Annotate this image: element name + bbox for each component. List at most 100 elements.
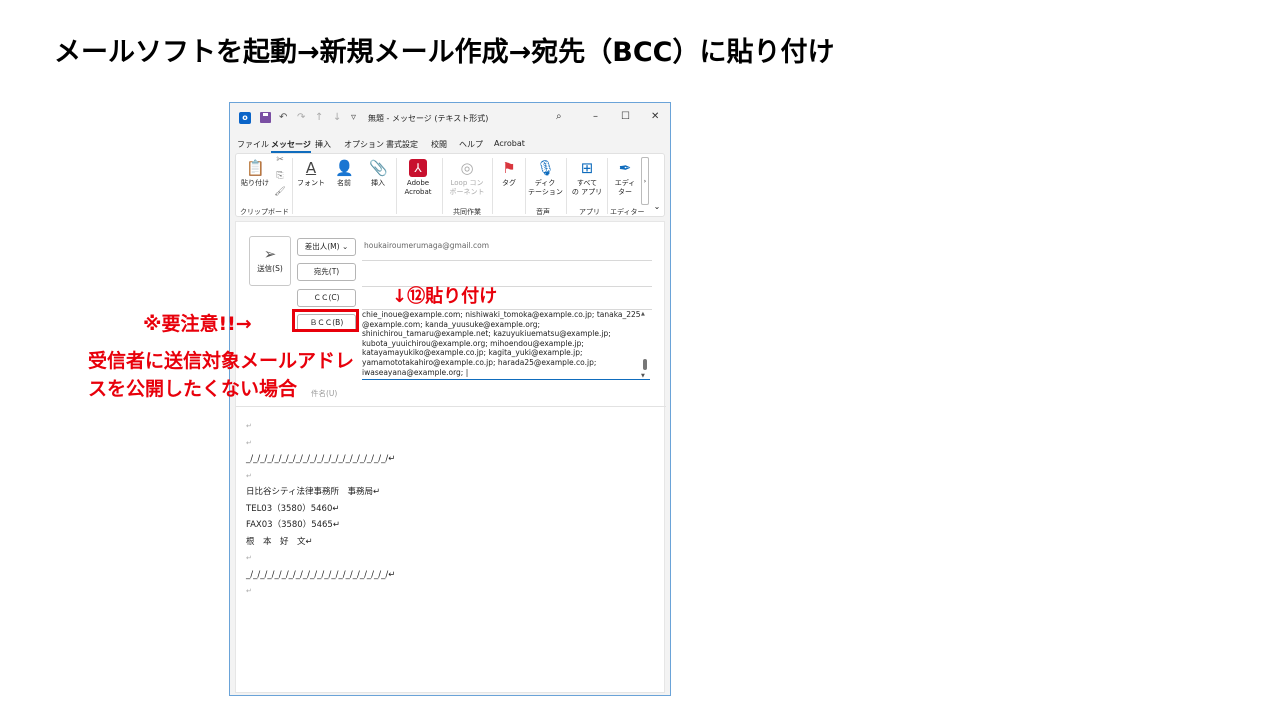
apps-label-line1: すべて <box>576 179 598 187</box>
ribbon-scroll-right[interactable]: › <box>641 157 649 205</box>
from-address: houkairoumerumaga@gmail.com <box>364 241 489 250</box>
loop-icon: ◎ <box>460 159 474 177</box>
dictate-button[interactable]: 🎙 ディク テーション <box>528 159 563 197</box>
group-editor-label: エディター <box>610 208 645 216</box>
tab-options[interactable]: オプション <box>344 139 384 150</box>
ribbon-separator <box>492 158 493 214</box>
scroll-thumb[interactable] <box>643 359 647 370</box>
loop-component-button[interactable]: ◎ Loop コン ポーネント <box>446 159 488 197</box>
names-label: 名前 <box>337 179 351 187</box>
bcc-input[interactable]: chie_inoue@example.com; nishiwaki_tomoka… <box>362 310 650 380</box>
body-line: TEL03（3580）5460↵ <box>246 503 340 514</box>
address-book-icon: 👤 <box>335 159 354 177</box>
from-button[interactable]: 差出人(M) ⌄ <box>297 238 356 256</box>
editor-button[interactable]: ✒ エディ ター <box>610 159 640 197</box>
body-line: FAX03（3580）5465↵ <box>246 520 340 530</box>
save-icon[interactable] <box>260 112 271 123</box>
maximize-button[interactable]: ☐ <box>621 111 630 122</box>
paperclip-icon: 📎 <box>369 159 388 177</box>
body-line: ↵ <box>246 438 252 447</box>
tab-insert[interactable]: 挿入 <box>315 139 331 150</box>
send-label: 送信(S) <box>257 264 283 273</box>
down-arrow-icon[interactable]: ↓ <box>333 112 341 123</box>
ribbon-collapse-chevron-icon[interactable]: ⌄ <box>652 202 662 211</box>
caution-annotation: ※要注意!!→ <box>143 313 252 335</box>
up-arrow-icon[interactable]: ↑ <box>315 112 323 123</box>
send-button[interactable]: ➢ 送信(S) <box>249 236 291 286</box>
tab-format[interactable]: 書式設定 <box>386 139 418 150</box>
body-divider <box>236 406 666 407</box>
group-collab-label: 共同作業 <box>453 208 481 216</box>
cc-button[interactable]: ＣＣ(C) <box>297 289 356 307</box>
send-arrow-icon: ➢ <box>263 245 277 263</box>
paste-step-annotation: ↓⑫貼り付け <box>392 286 498 307</box>
redo-icon[interactable]: ↷ <box>297 112 305 123</box>
apps-label-line2: の アプリ <box>571 188 603 196</box>
font-icon: A <box>305 159 317 177</box>
to-button[interactable]: 宛先(T) <box>297 263 356 281</box>
undo-icon[interactable]: ↶ <box>279 112 287 123</box>
adobe-label-line1: Adobe <box>406 179 430 187</box>
body-line: ↵ <box>246 554 252 562</box>
bcc-line: yamamototakahiro@example.co.jp; harada25… <box>362 357 597 367</box>
format-painter-icon[interactable]: 🖌 <box>273 188 287 197</box>
dictate-label-line2: テーション <box>528 188 563 196</box>
tag-button[interactable]: ⚑ タグ <box>496 159 522 188</box>
bcc-line: shinichirou_tamaru@example.net; kazuyuki… <box>362 329 611 339</box>
body-line: ↵ <box>246 422 252 430</box>
apps-grid-icon: ⊞ <box>580 159 594 177</box>
bcc-line: chie_inoue@example.com; nishiwaki_tomoka… <box>362 310 641 319</box>
minimize-button[interactable]: – <box>593 111 598 122</box>
scroll-up-icon[interactable]: ▲ <box>641 311 645 317</box>
scroll-down-icon[interactable]: ▼ <box>641 373 645 379</box>
customize-qat-icon[interactable]: ▿ <box>351 112 356 123</box>
clipboard-icon: 📋 <box>246 159 265 177</box>
group-voice-label: 音声 <box>536 208 550 216</box>
bcc-line: katayamayukiko@example.co.jp; kagita_yuk… <box>362 348 583 358</box>
editor-label-line1: エディ <box>614 179 636 187</box>
ribbon-separator <box>566 158 567 214</box>
copy-icon[interactable]: ⎘ <box>273 172 287 181</box>
tag-label: タグ <box>502 179 516 187</box>
bcc-highlight-box <box>292 309 359 332</box>
dictate-label-line1: ディク <box>534 179 556 187</box>
tab-message[interactable]: メッセージ <box>271 139 311 153</box>
bcc-line: kubota_yuuichirou@example.org; mihoendou… <box>362 338 584 348</box>
message-body[interactable]: ↵ ↵ _/_/_/_/_/_/_/_/_/_/_/_/_/_/_/_/_/_/… <box>246 418 646 600</box>
tab-help[interactable]: ヘルプ <box>459 139 483 150</box>
paste-button[interactable]: 📋 貼り付け <box>241 159 269 188</box>
insert-label: 挿入 <box>371 179 385 187</box>
explanation-annotation: 受信者に送信対象メールアドレスを公開したくない場合 <box>88 350 355 400</box>
close-button[interactable]: ✕ <box>651 111 659 122</box>
ribbon-tabs: ファイル メッセージ 挿入 オプション 書式設定 校閲 ヘルプ Acrobat <box>230 135 670 153</box>
all-apps-button[interactable]: ⊞ すべて の アプリ <box>570 159 604 197</box>
body-line: ↵ <box>246 587 252 595</box>
names-button[interactable]: 👤 名前 <box>330 159 358 188</box>
search-icon[interactable]: ⌕ <box>556 111 562 122</box>
loop-label-line1: Loop コン <box>450 179 484 187</box>
tab-review[interactable]: 校閲 <box>431 139 447 150</box>
adobe-acrobat-button[interactable]: ⅄ Adobe Acrobat <box>398 159 438 197</box>
font-label: フォント <box>297 179 325 187</box>
flag-icon: ⚑ <box>502 159 516 177</box>
group-clipboard-label: クリップボード <box>240 208 289 216</box>
adobe-acrobat-icon: ⅄ <box>409 159 427 177</box>
window-title: 無題 - メッセージ (テキスト形式) <box>368 114 489 123</box>
cut-icon[interactable]: ✂ <box>273 156 287 165</box>
ribbon-separator <box>396 158 397 214</box>
insert-button[interactable]: 📎 挿入 <box>364 159 392 188</box>
body-line: _/_/_/_/_/_/_/_/_/_/_/_/_/_/_/_/_/_/_/_/… <box>246 569 396 580</box>
slide-title: メールソフトを起動→新規メール作成→宛先（BCC）に貼り付け <box>54 37 835 68</box>
editor-label-line2: ター <box>618 188 632 196</box>
body-line: _/_/_/_/_/_/_/_/_/_/_/_/_/_/_/_/_/_/_/_/… <box>246 454 396 464</box>
font-button[interactable]: A フォント <box>296 159 326 188</box>
paste-label: 貼り付け <box>241 179 269 187</box>
bcc-line: iwaseayana@example.org; | <box>362 367 469 377</box>
tab-acrobat[interactable]: Acrobat <box>494 139 525 148</box>
bcc-line: @example.com; kanda_yuusuke@example.org; <box>362 319 541 329</box>
bcc-scrollbar[interactable]: ▲ ▼ <box>641 311 649 379</box>
body-line: ↵ <box>246 471 252 480</box>
microphone-icon: 🎙 <box>536 159 556 177</box>
body-line: 根 本 好 文↵ <box>246 536 313 547</box>
tab-file[interactable]: ファイル <box>237 139 269 150</box>
